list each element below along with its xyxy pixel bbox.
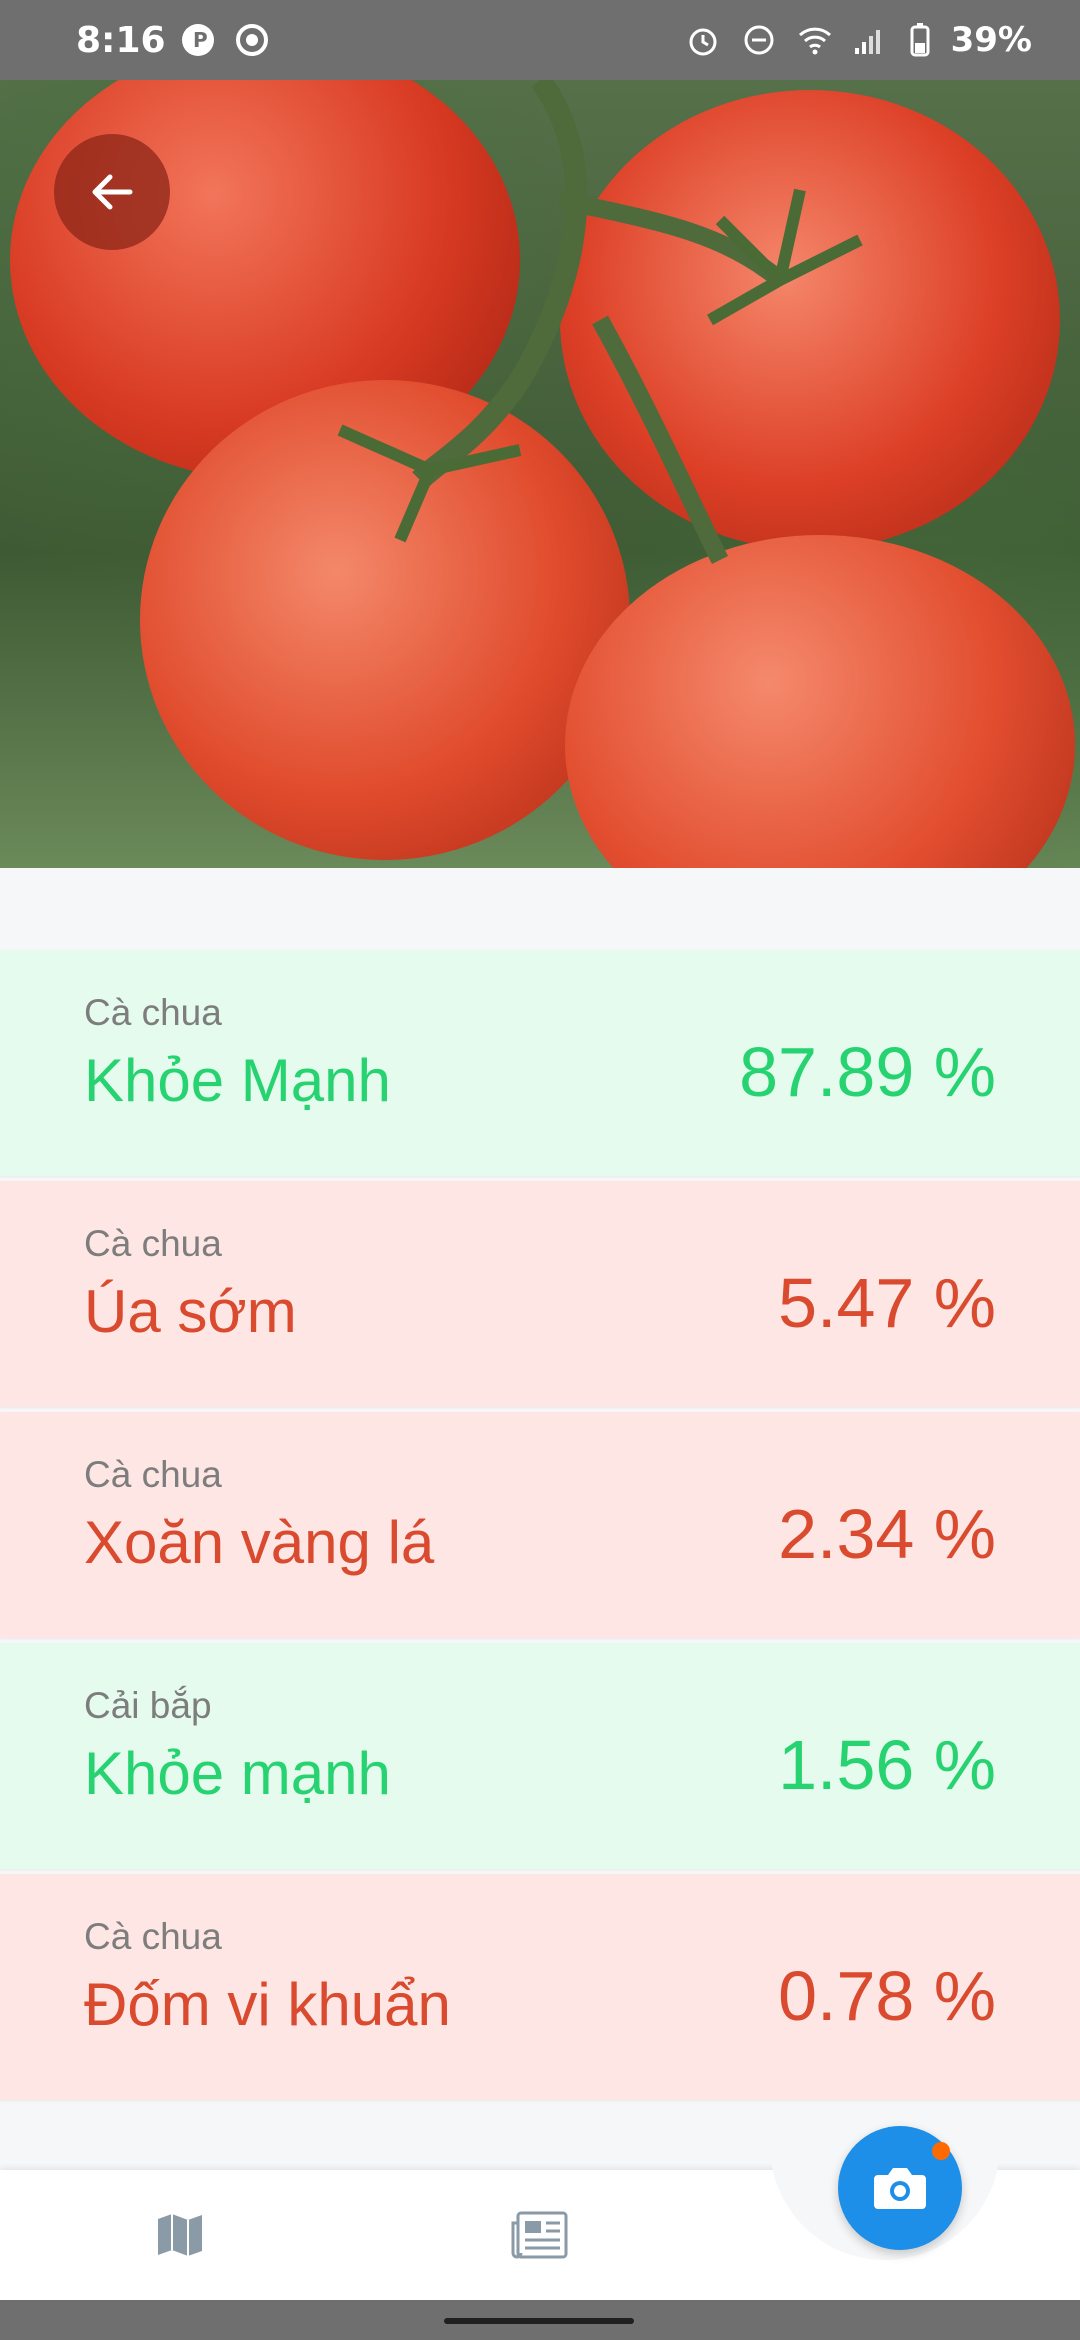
result-item[interactable]: Cà chua Đốm vi khuẩn 0.78 % — [0, 1874, 1080, 2100]
condition-label: Khỏe Mạnh — [84, 1047, 391, 1114]
condition-label: Khỏe mạnh — [84, 1740, 391, 1807]
wifi-icon — [797, 22, 833, 58]
svg-text:P: P — [193, 28, 208, 52]
camera-button[interactable] — [838, 2126, 962, 2250]
nav-news[interactable] — [510, 2205, 570, 2265]
back-button[interactable] — [54, 134, 170, 250]
confidence-percent: 5.47 % — [778, 1264, 996, 1342]
map-icon — [158, 2214, 202, 2256]
pocket-icon: P — [180, 22, 216, 58]
confidence-percent: 87.89 % — [739, 1033, 996, 1111]
diagnosis-results: Cà chua Khỏe Mạnh 87.89 % Cà chua Úa sớm… — [0, 950, 1080, 2105]
news-icon — [511, 2211, 568, 2259]
battery-icon — [909, 22, 931, 58]
result-item[interactable]: Cải bắp Khỏe mạnh 1.56 % — [0, 1643, 1080, 1869]
plant-name: Cà chua — [84, 1454, 222, 1495]
status-bar: 8:16 P 39% — [0, 0, 1080, 80]
arrow-left-icon — [92, 174, 133, 210]
camera-icon — [874, 2168, 926, 2209]
result-item[interactable]: Cà chua Xoăn vàng lá 2.34 % — [0, 1412, 1080, 1638]
screen-record-icon — [234, 22, 270, 58]
plant-name: Cà chua — [84, 1916, 222, 1957]
nav-map[interactable] — [150, 2205, 210, 2265]
plant-name: Cà chua — [84, 992, 222, 1033]
plant-photo — [0, 80, 1080, 868]
confidence-percent: 2.34 % — [778, 1495, 996, 1573]
notification-dot — [932, 2142, 950, 2160]
battery-level: 39% — [950, 20, 1032, 60]
condition-label: Xoăn vàng lá — [84, 1509, 435, 1576]
signal-icon — [853, 22, 889, 58]
status-time: 8:16 — [76, 19, 166, 61]
confidence-percent: 1.56 % — [778, 1726, 996, 1804]
condition-label: Đốm vi khuẩn — [84, 1971, 451, 2038]
plant-name: Cải bắp — [84, 1685, 212, 1726]
alarm-icon — [685, 22, 721, 58]
condition-label: Úa sớm — [84, 1278, 297, 1345]
dnd-icon — [741, 22, 777, 58]
home-gesture-bar[interactable] — [444, 2318, 634, 2324]
result-item[interactable]: Cà chua Khỏe Mạnh 87.89 % — [0, 950, 1080, 1176]
plant-name: Cà chua — [84, 1223, 222, 1264]
confidence-percent: 0.78 % — [778, 1957, 996, 2035]
result-item[interactable]: Cà chua Úa sớm 5.47 % — [0, 1181, 1080, 1407]
